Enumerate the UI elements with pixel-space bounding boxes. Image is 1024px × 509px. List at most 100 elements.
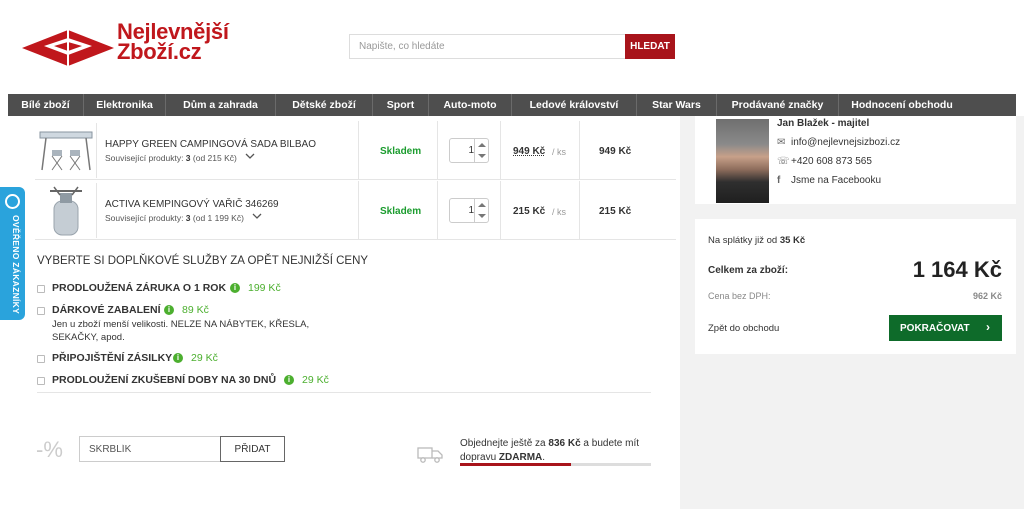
info-icon[interactable]: i — [173, 353, 183, 363]
cart-row: ACTIVA KEMPINGOVÝ VAŘIČ 346269 Souvisejí… — [35, 181, 676, 240]
main-nav: Bílé zboží Elektronika Dům a zahrada Dět… — [8, 94, 1016, 116]
info-icon[interactable]: i — [164, 305, 174, 315]
chevron-down-icon[interactable] — [245, 151, 255, 161]
coupon-input[interactable] — [79, 436, 221, 462]
quantity-stepper[interactable]: 1 — [449, 138, 489, 163]
chevron-down-icon[interactable] — [252, 211, 262, 221]
nav-item-auto-moto[interactable]: Auto-moto — [429, 94, 512, 116]
nav-item-detske-zbozi[interactable]: Dětské zboží — [276, 94, 373, 116]
service-price: 29 Kč — [302, 374, 329, 386]
search-input[interactable] — [349, 34, 625, 59]
chevron-right-icon: › — [986, 320, 990, 334]
column-divider — [579, 181, 580, 240]
per-unit: / ks — [552, 207, 567, 217]
service-checkbox[interactable] — [37, 285, 45, 293]
contact-email[interactable]: ✉ info@nejlevnejsizbozi.cz — [777, 137, 900, 148]
logo[interactable]: Nejlevnější Zboží.cz — [22, 21, 262, 72]
nav-item-sport[interactable]: Sport — [373, 94, 429, 116]
related-suffix: (od 1 199 Kč) — [190, 213, 244, 223]
quantity-value[interactable]: 1 — [450, 145, 474, 156]
facebook-icon: f — [777, 175, 781, 186]
product-image[interactable] — [35, 123, 97, 178]
logo-mark-icon — [22, 30, 114, 66]
stock-status: Skladem — [380, 206, 422, 217]
verified-icon — [5, 194, 20, 209]
cart-row: HAPPY GREEN CAMPINGOVÁ SADA BILBAO Souvi… — [35, 121, 676, 180]
shipping-progress-fill — [460, 463, 571, 466]
nav-item-ledove-kralovstvi[interactable]: Ledové království — [512, 94, 637, 116]
contact-email-text: info@nejlevnejsizbozi.cz — [791, 137, 901, 148]
unit-price: 215 Kč — [513, 206, 546, 217]
related-products[interactable]: Související produkty: 3 (od 1 199 Kč) — [105, 213, 244, 223]
free-shipping-text: Objednejte ještě za 836 Kč a budete mít … — [460, 437, 655, 465]
gas-stove-icon — [50, 186, 82, 236]
service-label[interactable]: DÁRKOVÉ ZABALENÍ — [52, 304, 161, 316]
column-divider — [500, 181, 501, 240]
service-label[interactable]: PŘIPOJIŠTĚNÍ ZÁSILKY — [52, 352, 172, 364]
contact-phone[interactable]: ☏+420 608 873 565 — [777, 156, 872, 167]
add-coupon-button[interactable]: PŘIDAT — [220, 436, 285, 462]
owner-name: Jan Blažek - majitel — [777, 118, 870, 129]
shipping-text-before: Objednejte ještě za — [460, 438, 549, 449]
column-divider — [579, 121, 580, 180]
service-label[interactable]: PRODLOUŽENÍ ZKUŠEBNÍ DOBY NA 30 DNŮ — [52, 374, 276, 386]
column-divider — [358, 181, 359, 240]
nav-item-bile-zbozi[interactable]: Bílé zboží — [8, 94, 84, 116]
nav-item-hodnoceni-obchodu[interactable]: Hodnocení obchodu — [839, 94, 965, 116]
nav-item-dum-a-zahrada[interactable]: Dům a zahrada — [166, 94, 276, 116]
shipping-progress — [460, 463, 651, 466]
decrease-icon[interactable] — [478, 154, 486, 158]
section-divider — [37, 392, 651, 393]
verified-badge[interactable]: OVĚŘENO ZÁKAZNÍKY — [0, 187, 25, 320]
column-divider — [437, 121, 438, 180]
search-button[interactable]: HLEDAT — [625, 34, 675, 59]
related-products[interactable]: Související produkty: 3 (od 215 Kč) — [105, 153, 237, 163]
net-label: Cena bez DPH: — [708, 291, 771, 301]
owner-photo — [716, 119, 769, 203]
installments-value: 35 Kč — [779, 235, 806, 246]
service-price: 29 Kč — [191, 352, 218, 364]
row-total: 215 Kč — [599, 206, 632, 217]
continue-button[interactable]: POKRAČOVAT › — [889, 315, 1002, 341]
shipping-text-end: . — [542, 452, 546, 463]
related-prefix: Související produkty: — [105, 153, 186, 163]
phone-icon: ☏ — [777, 156, 790, 167]
product-name[interactable]: ACTIVA KEMPINGOVÝ VAŘIČ 346269 — [105, 199, 279, 210]
service-label[interactable]: PRODLOUŽENÁ ZÁRUKA O 1 ROK — [52, 282, 226, 294]
row-total: 949 Kč — [599, 146, 632, 157]
service-checkbox[interactable] — [37, 355, 45, 363]
verified-label: OVĚŘENO ZÁKAZNÍKY — [11, 215, 21, 315]
continue-label: POKRAČOVAT — [900, 322, 970, 334]
nav-item-elektronika[interactable]: Elektronika — [84, 94, 166, 116]
column-divider — [500, 121, 501, 180]
total-label: Celkem za zboží: — [708, 265, 789, 276]
nav-item-prodavane-znacky[interactable]: Prodávané značky — [717, 94, 839, 116]
truck-icon — [417, 447, 443, 463]
nav-item-star-wars[interactable]: Star Wars — [637, 94, 717, 116]
quantity-value[interactable]: 1 — [450, 205, 474, 216]
increase-icon[interactable] — [478, 143, 486, 147]
column-divider — [358, 121, 359, 180]
contact-box: Jan Blažek - majitel ✉ info@nejlevnejsizb… — [695, 116, 1016, 204]
contact-facebook[interactable]: f Jsme na Facebooku — [777, 175, 881, 186]
related-prefix: Související produkty: — [105, 213, 186, 223]
contact-phone-text: +420 608 873 565 — [791, 156, 872, 167]
info-icon[interactable]: i — [230, 283, 240, 293]
service-checkbox[interactable] — [37, 377, 45, 385]
services-title: VYBERTE SI DOPLŇKOVÉ SLUŽBY ZA OPĚT NEJN… — [37, 255, 369, 267]
shipping-free: ZDARMA — [498, 452, 543, 463]
service-checkbox[interactable] — [37, 307, 45, 315]
unit-price: 949 Kč — [513, 146, 546, 157]
shipping-amount: 836 Kč — [548, 438, 581, 449]
logo-line2: Zboží.cz — [117, 39, 202, 64]
mail-icon: ✉ — [777, 137, 786, 148]
product-name[interactable]: HAPPY GREEN CAMPINGOVÁ SADA BILBAO — [105, 139, 316, 150]
info-icon[interactable]: i — [284, 375, 294, 385]
quantity-stepper[interactable]: 1 — [449, 198, 489, 223]
installments-text: Na splátky již od 35 Kč — [708, 235, 805, 246]
product-image[interactable] — [35, 183, 97, 238]
back-to-shop-link[interactable]: Zpět do obchodu — [708, 323, 779, 334]
camping-set-icon — [39, 131, 93, 171]
decrease-icon[interactable] — [478, 214, 486, 218]
increase-icon[interactable] — [478, 203, 486, 207]
